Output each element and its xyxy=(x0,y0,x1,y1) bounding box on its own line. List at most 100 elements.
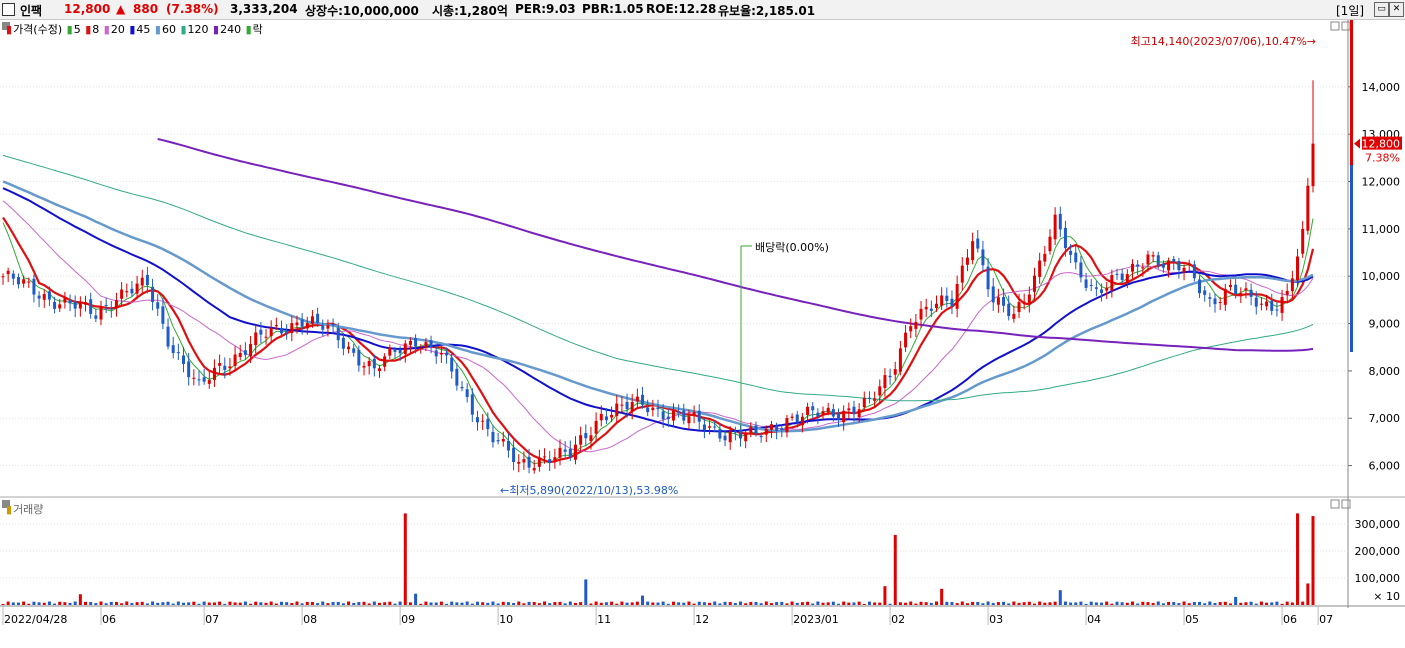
volume-bar xyxy=(197,603,201,605)
volume-bar xyxy=(290,602,294,605)
volume-bar xyxy=(1172,602,1176,605)
volume-bar xyxy=(610,601,614,605)
volume-bar xyxy=(1053,601,1057,605)
candle-body xyxy=(27,281,31,283)
candle-body xyxy=(821,411,825,414)
candle-body xyxy=(739,429,743,439)
volume-bar xyxy=(434,602,438,605)
candle-body xyxy=(243,350,247,355)
volume-bar xyxy=(553,602,557,605)
volume-bar xyxy=(1130,601,1134,605)
volume-bar xyxy=(372,601,376,605)
candle-body xyxy=(99,307,103,320)
candle-body xyxy=(238,352,242,357)
candle-body xyxy=(130,288,134,294)
volume-bar xyxy=(305,601,309,605)
volume-bar xyxy=(176,601,180,605)
ma45-label: 45 xyxy=(136,23,151,36)
candle-body xyxy=(78,302,82,309)
volume-bar xyxy=(22,601,26,605)
candle-body xyxy=(579,435,583,445)
candle-body xyxy=(1094,287,1098,289)
volume-bar xyxy=(264,602,268,605)
volume-bar xyxy=(1110,603,1114,605)
volume-bar xyxy=(651,602,655,605)
volume-bar xyxy=(713,601,717,605)
volume-bar xyxy=(475,601,479,605)
candle-body xyxy=(960,265,964,283)
candle-body xyxy=(1053,214,1057,240)
volume-bar xyxy=(543,601,547,605)
price-change: 880 xyxy=(133,2,159,16)
minimize-icon[interactable]: ▭ xyxy=(1374,2,1389,17)
volume-bar xyxy=(532,601,536,605)
volume-value: 3,333,204 xyxy=(230,2,298,16)
candle-body xyxy=(527,456,531,468)
select-checkbox[interactable] xyxy=(2,3,15,16)
time-tick-label: 06 xyxy=(102,613,116,626)
stock-chart: 14,00013,00012,00011,00010,0009,0008,000… xyxy=(0,20,1405,626)
candle-body xyxy=(1105,287,1109,291)
period-label[interactable]: [1일] xyxy=(1336,2,1364,19)
volume-unit-label: × 10 xyxy=(1373,590,1400,603)
candle-body xyxy=(47,291,51,300)
candle-body xyxy=(300,319,304,327)
volume-bar xyxy=(1048,602,1052,605)
volume-bar xyxy=(1069,602,1073,605)
volume-bar xyxy=(996,602,1000,605)
volume-bar xyxy=(1002,601,1006,605)
candle-body xyxy=(37,295,41,299)
market-cap: 시총:1,280억 xyxy=(432,4,508,18)
volume-bar xyxy=(1254,603,1258,605)
volume-bar xyxy=(321,601,325,605)
time-tick-label: 07 xyxy=(1319,613,1333,626)
time-tick-label: 09 xyxy=(401,613,415,626)
volume-bar xyxy=(1249,601,1253,605)
candle-body xyxy=(610,414,614,418)
candle-body xyxy=(104,304,108,306)
candle-body xyxy=(780,428,784,431)
volume-bar xyxy=(656,602,660,605)
candle-body xyxy=(728,431,732,443)
candle-body xyxy=(656,407,660,410)
volume-bar xyxy=(439,601,443,605)
volume-bar xyxy=(341,603,345,605)
candle-body xyxy=(192,377,196,379)
candle-body xyxy=(1270,300,1274,311)
candle-body xyxy=(775,425,779,431)
volume-bar xyxy=(1100,602,1104,605)
volume-bar xyxy=(383,602,387,605)
candle-body xyxy=(940,295,944,306)
volume-bar xyxy=(661,601,665,605)
candle-body xyxy=(1167,260,1171,271)
candle-body xyxy=(383,356,387,367)
volume-bar xyxy=(331,601,335,605)
ma60-label: 60 xyxy=(161,23,176,36)
volume-bar xyxy=(1244,602,1248,605)
price-tick-label: 14,000 xyxy=(1362,81,1401,94)
change-arrow-icon: ▲ xyxy=(116,2,126,16)
close-icon[interactable]: ✕ xyxy=(1389,2,1404,17)
candle-body xyxy=(1182,267,1186,273)
time-tick-label: 2022/04/28 xyxy=(4,613,67,626)
volume-bar xyxy=(1043,602,1047,605)
volume-bar xyxy=(367,603,371,605)
ma45-line xyxy=(2,187,1314,433)
candle-body xyxy=(140,277,144,286)
volume-bar xyxy=(481,602,485,605)
candle-body xyxy=(924,306,928,310)
candle-body xyxy=(1074,252,1078,263)
volume-bar xyxy=(537,603,541,605)
candle-body xyxy=(532,468,536,471)
volume-bar xyxy=(1032,603,1036,605)
candle-body xyxy=(831,409,835,417)
volume-bar xyxy=(280,601,284,605)
candle-body xyxy=(182,355,186,364)
volume-bar xyxy=(414,593,418,605)
volume-bar xyxy=(1058,590,1062,605)
candle-body xyxy=(697,410,701,422)
volume-bar xyxy=(1290,602,1294,605)
volume-bar xyxy=(171,603,175,605)
volume-bar xyxy=(1275,601,1279,605)
candle-body xyxy=(1079,262,1083,278)
